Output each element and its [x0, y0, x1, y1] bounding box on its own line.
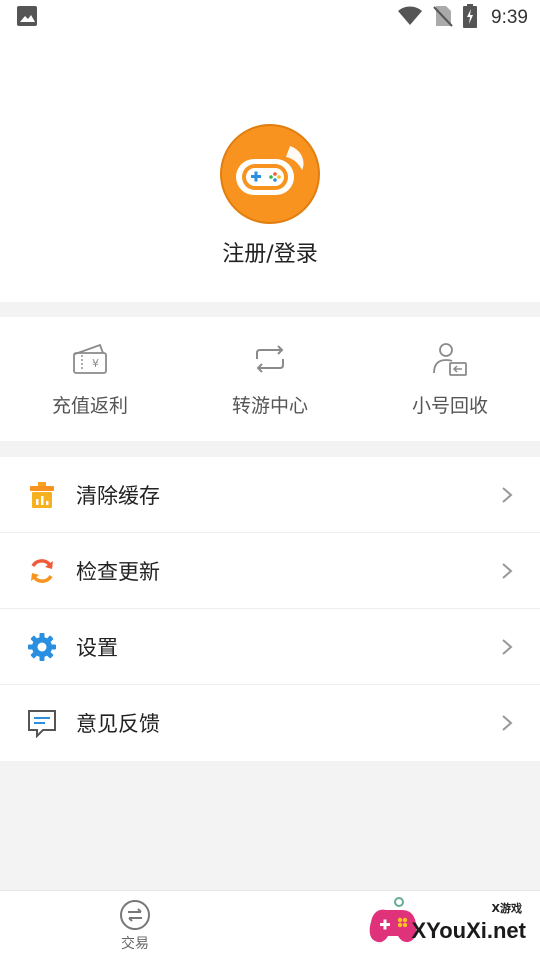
profile-header: 注册/登录: [0, 36, 540, 302]
menu-item-settings[interactable]: 设置: [0, 609, 540, 685]
site-watermark: X游戏 XYouXi.net: [364, 896, 534, 958]
login-register-link[interactable]: 注册/登录: [0, 236, 540, 268]
wifi-icon: [397, 6, 423, 30]
quick-action-label: 转游中心: [231, 395, 308, 417]
quick-action-account-recycle[interactable]: 小号回收: [360, 317, 540, 441]
settings-menu: 清除缓存 检查更新 设置 意见反馈: [0, 457, 540, 761]
clear-cache-icon: [26, 479, 58, 511]
game-controller-avatar-icon: [220, 124, 320, 224]
menu-item-label: 检查更新: [76, 559, 160, 584]
no-sim-icon: [433, 5, 453, 31]
menu-item-feedback[interactable]: 意见反馈: [0, 685, 540, 761]
quick-action-label: 充值返利: [51, 395, 128, 417]
watermark-domain-text: XYouXi.net: [411, 918, 527, 943]
chevron-right-icon: [502, 638, 513, 655]
svg-text:¥: ¥: [92, 357, 99, 370]
quick-action-transfer-center[interactable]: 转游中心: [180, 317, 360, 441]
quick-action-label: 小号回收: [411, 395, 488, 417]
menu-item-check-update[interactable]: 检查更新: [0, 533, 540, 609]
account-recycle-icon: [433, 343, 467, 376]
quick-actions: ¥ 充值返利 转游中心 小号回收: [0, 317, 540, 441]
tab-trade-label: 交易: [121, 936, 149, 952]
trade-exchange-icon: [120, 900, 150, 930]
app-avatar[interactable]: [220, 124, 320, 224]
settings-icon: [26, 631, 58, 663]
menu-item-label: 清除缓存: [76, 483, 160, 508]
status-bar: 9:39: [0, 0, 540, 36]
menu-item-clear-cache[interactable]: 清除缓存: [0, 457, 540, 533]
tab-trade[interactable]: 交易: [112, 899, 158, 953]
feedback-icon: [26, 707, 58, 739]
chevron-right-icon: [502, 715, 513, 731]
recharge-rebate-icon: ¥: [73, 343, 107, 374]
watermark-small-text: X游戏: [491, 902, 522, 915]
chevron-right-icon: [502, 486, 513, 503]
check-update-icon: [26, 555, 58, 587]
transfer-game-icon: [256, 345, 284, 373]
chevron-right-icon: [502, 562, 513, 579]
battery-charging-icon: [463, 4, 478, 32]
menu-item-label: 意见反馈: [76, 712, 160, 736]
quick-action-recharge-rebate[interactable]: ¥ 充值返利: [0, 317, 180, 441]
image-notification-icon: [16, 5, 38, 31]
menu-item-label: 设置: [76, 635, 118, 660]
status-time: 9:39: [491, 7, 528, 28]
